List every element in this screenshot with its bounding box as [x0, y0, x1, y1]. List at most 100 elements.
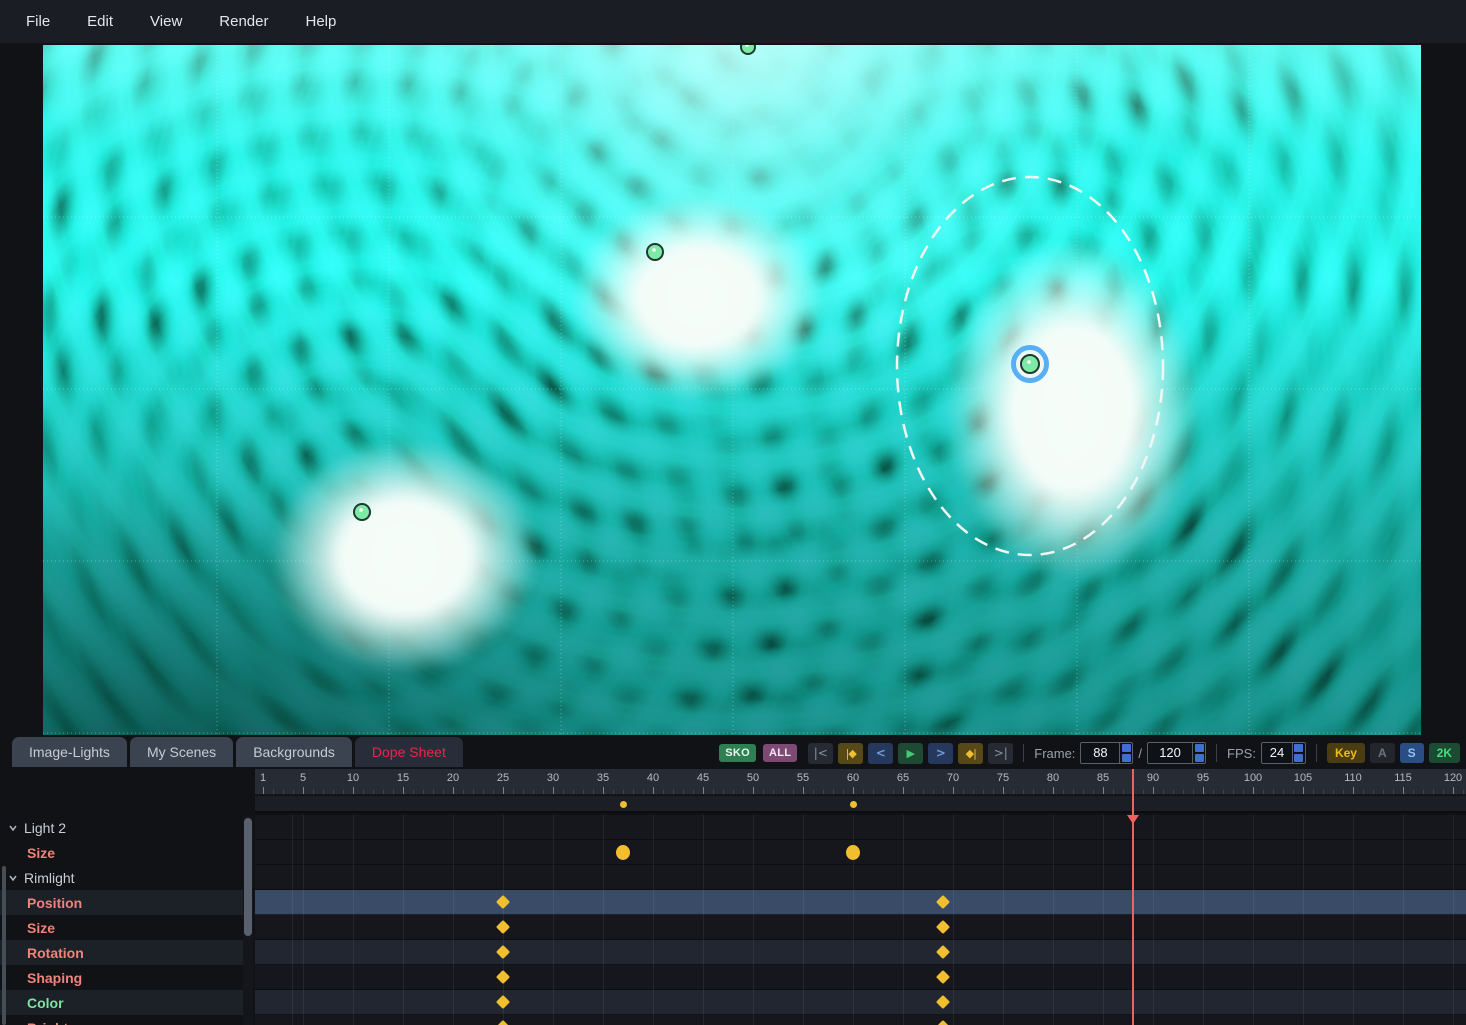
- fps-spinner[interactable]: [1292, 743, 1305, 763]
- menu-render[interactable]: Render: [219, 13, 268, 30]
- left-edge-scrollbar-thumb[interactable]: [2, 866, 6, 1025]
- total-frames-spinner[interactable]: [1192, 743, 1205, 763]
- timeline-row-color[interactable]: [255, 990, 1466, 1015]
- menu-view[interactable]: View: [150, 13, 182, 30]
- keyframe-diamond[interactable]: [936, 895, 950, 909]
- keyframe-circle[interactable]: [616, 845, 630, 860]
- light-editor-viewport[interactable]: [43, 45, 1421, 735]
- frame-spinner[interactable]: [1119, 743, 1132, 763]
- current-frame-field[interactable]: [1080, 742, 1133, 764]
- menu-help[interactable]: Help: [305, 13, 336, 30]
- track-property-position[interactable]: Position: [0, 890, 243, 915]
- jump-to-end-button[interactable]: >|: [988, 743, 1013, 764]
- keyframe-diamond[interactable]: [936, 945, 950, 959]
- timeline-row-size[interactable]: [255, 840, 1466, 865]
- track-property-rotation[interactable]: Rotation: [0, 940, 243, 965]
- keyframe-diamond[interactable]: [496, 995, 510, 1009]
- ruler-tick: [503, 787, 504, 794]
- light-handle-light-upper-middle[interactable]: [647, 244, 663, 260]
- track-property-brightness[interactable]: Brightness: [0, 1015, 243, 1025]
- tab-image-lights[interactable]: Image-Lights: [12, 737, 127, 767]
- track-property-size[interactable]: Size: [0, 915, 243, 940]
- timeline-row-size[interactable]: [255, 915, 1466, 940]
- timeline-row-brightness[interactable]: [255, 1015, 1466, 1025]
- playhead-line[interactable]: [1132, 769, 1134, 1025]
- keyframe-diamond[interactable]: [936, 970, 950, 984]
- tab-my-scenes[interactable]: My Scenes: [130, 737, 233, 767]
- keyframe-diamond[interactable]: [496, 920, 510, 934]
- next-keyframe-button[interactable]: ◆|: [958, 743, 983, 764]
- ruler-label: 10: [347, 772, 359, 784]
- ruler-label: 5: [300, 772, 306, 784]
- a-toggle-button[interactable]: A: [1370, 743, 1395, 763]
- ruler-tick: [453, 787, 454, 794]
- ruler-tick: [653, 787, 654, 794]
- track-property-size[interactable]: Size: [0, 840, 243, 865]
- chevron-down-icon[interactable]: [8, 823, 18, 833]
- track-label: Rimlight: [24, 870, 75, 886]
- ruler-tick: [903, 787, 904, 794]
- ruler-label: 85: [1097, 772, 1109, 784]
- playhead-handle[interactable]: [1127, 815, 1139, 824]
- ruler-tick: [853, 787, 854, 794]
- keyframe-diamond[interactable]: [936, 995, 950, 1009]
- fps-field[interactable]: [1261, 742, 1306, 764]
- light-handle-rimlight-selected[interactable]: [1021, 355, 1039, 373]
- autokey-button[interactable]: Key: [1327, 743, 1365, 763]
- timeline-row-shaping[interactable]: [255, 965, 1466, 990]
- timeline-row-position[interactable]: [255, 890, 1466, 915]
- keyframe-diamond[interactable]: [496, 895, 510, 909]
- total-frames-field[interactable]: [1147, 742, 1206, 764]
- total-frames-input[interactable]: [1148, 743, 1192, 763]
- current-frame-input[interactable]: [1081, 743, 1119, 763]
- summary-keyframe-dot[interactable]: [850, 801, 857, 808]
- ruler-tick: [803, 787, 804, 794]
- fps-input[interactable]: [1262, 743, 1292, 763]
- keyframe-diamond[interactable]: [936, 920, 950, 934]
- chevron-down-icon[interactable]: [8, 873, 18, 883]
- s-toggle-button[interactable]: S: [1400, 743, 1424, 763]
- menu-edit[interactable]: Edit: [87, 13, 113, 30]
- track-property-color[interactable]: Color: [0, 990, 243, 1015]
- track-panel-scrollbar-thumb[interactable]: [244, 818, 252, 936]
- step-back-button[interactable]: <: [868, 743, 893, 764]
- track-group-rimlight[interactable]: Rimlight: [0, 865, 243, 890]
- timeline-row-rimlight[interactable]: [255, 865, 1466, 890]
- ruler-label: 35: [597, 772, 609, 784]
- ruler-label: 60: [847, 772, 859, 784]
- ruler-label: 95: [1197, 772, 1209, 784]
- keyframe-diamond[interactable]: [496, 1020, 510, 1025]
- keyframe-circle[interactable]: [846, 845, 860, 860]
- ruler-label: 115: [1394, 772, 1412, 784]
- menu-file[interactable]: File: [26, 13, 50, 30]
- ruler-tick: [1053, 787, 1054, 794]
- tab-dope-sheet[interactable]: Dope Sheet: [355, 737, 463, 767]
- track-property-shaping[interactable]: Shaping: [0, 965, 243, 990]
- ruler-label: 50: [747, 772, 759, 784]
- ruler-label: 70: [947, 772, 959, 784]
- light-handle-light-bottom-left[interactable]: [354, 504, 370, 520]
- keyframe-summary-row[interactable]: [255, 796, 1466, 813]
- jump-to-start-button[interactable]: |<: [808, 743, 833, 764]
- track-label: Color: [27, 995, 64, 1011]
- all-toggle[interactable]: ALL: [763, 744, 797, 762]
- timeline-row-light-2[interactable]: [255, 815, 1466, 840]
- sko-toggle[interactable]: SKO: [719, 744, 756, 762]
- keyframe-diamond[interactable]: [496, 945, 510, 959]
- timeline-ruler[interactable]: 1510152025303540455055606570758085909510…: [255, 769, 1466, 795]
- track-group-light-2[interactable]: Light 2: [0, 815, 243, 840]
- ruler-tick: [1003, 787, 1004, 794]
- summary-keyframe-dot[interactable]: [620, 801, 627, 808]
- resolution-button[interactable]: 2K: [1429, 743, 1460, 763]
- prev-keyframe-button[interactable]: |◆: [838, 743, 863, 764]
- timeline-row-rotation[interactable]: [255, 940, 1466, 965]
- handle-highlight: [359, 508, 363, 512]
- step-forward-button[interactable]: >: [928, 743, 953, 764]
- divider: [1216, 744, 1217, 762]
- play-button[interactable]: ▶: [898, 743, 923, 764]
- keyframe-diamond[interactable]: [496, 970, 510, 984]
- keyframe-diamond[interactable]: [936, 1020, 950, 1025]
- tab-backgrounds[interactable]: Backgrounds: [236, 737, 352, 767]
- track-label: Light 2: [24, 820, 66, 836]
- ruler-tick: [303, 787, 304, 794]
